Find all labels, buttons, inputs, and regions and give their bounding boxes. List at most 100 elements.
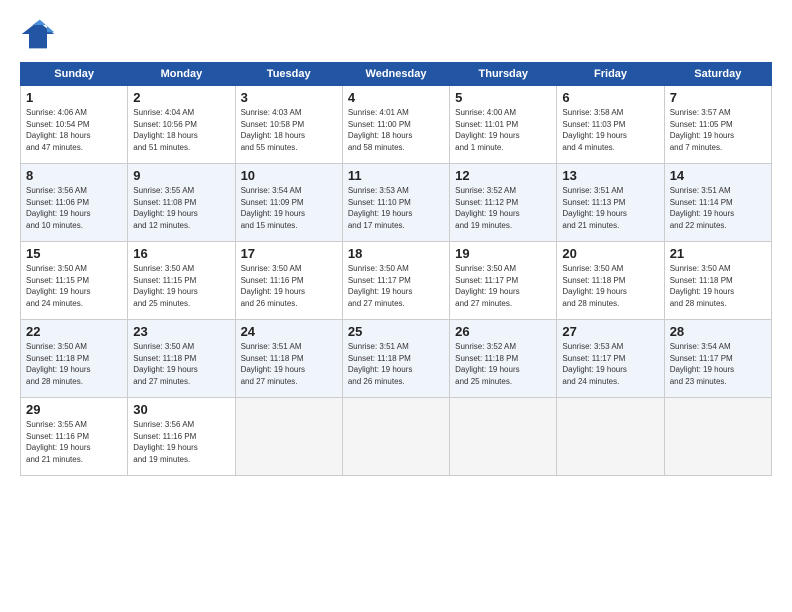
day-info: Sunrise: 3:54 AM Sunset: 11:17 PM Daylig…: [670, 341, 766, 387]
day-number: 28: [670, 324, 766, 339]
day-number: 21: [670, 246, 766, 261]
day-info: Sunrise: 3:51 AM Sunset: 11:18 PM Daylig…: [241, 341, 337, 387]
day-number: 23: [133, 324, 229, 339]
day-info: Sunrise: 3:51 AM Sunset: 11:13 PM Daylig…: [562, 185, 658, 231]
day-header-friday: Friday: [557, 63, 664, 86]
calendar-cell: 27 Sunrise: 3:53 AM Sunset: 11:17 PM Dayl…: [557, 320, 664, 398]
calendar-week-1: 1Sunrise: 4:06 AM Sunset: 10:54 PM Dayli…: [21, 86, 772, 164]
calendar-cell: 24 Sunrise: 3:51 AM Sunset: 11:18 PM Dayl…: [235, 320, 342, 398]
logo-icon: [20, 16, 56, 52]
calendar-cell: [342, 398, 449, 476]
calendar-cell: 17 Sunrise: 3:50 AM Sunset: 11:16 PM Dayl…: [235, 242, 342, 320]
day-number: 19: [455, 246, 551, 261]
calendar-cell: 23 Sunrise: 3:50 AM Sunset: 11:18 PM Dayl…: [128, 320, 235, 398]
day-number: 3: [241, 90, 337, 105]
day-info: Sunrise: 3:50 AM Sunset: 11:16 PM Daylig…: [241, 263, 337, 309]
day-number: 5: [455, 90, 551, 105]
calendar-cell: 8 Sunrise: 3:56 AM Sunset: 11:06 PM Dayli…: [21, 164, 128, 242]
calendar-header-row: SundayMondayTuesdayWednesdayThursdayFrid…: [21, 63, 772, 86]
calendar-cell: [235, 398, 342, 476]
calendar-body: 1Sunrise: 4:06 AM Sunset: 10:54 PM Dayli…: [21, 86, 772, 476]
day-info: Sunrise: 3:50 AM Sunset: 11:18 PM Daylig…: [133, 341, 229, 387]
calendar-cell: 12Sunrise: 3:52 AM Sunset: 11:12 PM Dayl…: [450, 164, 557, 242]
calendar-cell: 15 Sunrise: 3:50 AM Sunset: 11:15 PM Dayl…: [21, 242, 128, 320]
calendar-cell: 21 Sunrise: 3:50 AM Sunset: 11:18 PM Dayl…: [664, 242, 771, 320]
day-info: Sunrise: 4:04 AM Sunset: 10:56 PM Daylig…: [133, 107, 229, 153]
day-info: Sunrise: 3:53 AM Sunset: 11:10 PM Daylig…: [348, 185, 444, 231]
calendar-cell: 1Sunrise: 4:06 AM Sunset: 10:54 PM Dayli…: [21, 86, 128, 164]
day-number: 15: [26, 246, 122, 261]
page: SundayMondayTuesdayWednesdayThursdayFrid…: [0, 0, 792, 612]
day-number: 17: [241, 246, 337, 261]
day-info: Sunrise: 4:01 AM Sunset: 11:00 PM Daylig…: [348, 107, 444, 153]
calendar-cell: 6Sunrise: 3:58 AM Sunset: 11:03 PM Dayli…: [557, 86, 664, 164]
day-number: 26: [455, 324, 551, 339]
day-number: 14: [670, 168, 766, 183]
calendar-cell: 19Sunrise: 3:50 AM Sunset: 11:17 PM Dayl…: [450, 242, 557, 320]
day-number: 11: [348, 168, 444, 183]
calendar-cell: 14 Sunrise: 3:51 AM Sunset: 11:14 PM Dayl…: [664, 164, 771, 242]
day-info: Sunrise: 3:54 AM Sunset: 11:09 PM Daylig…: [241, 185, 337, 231]
calendar-week-4: 22Sunrise: 3:50 AM Sunset: 11:18 PM Dayl…: [21, 320, 772, 398]
day-info: Sunrise: 3:50 AM Sunset: 11:15 PM Daylig…: [133, 263, 229, 309]
day-info: Sunrise: 4:03 AM Sunset: 10:58 PM Daylig…: [241, 107, 337, 153]
day-number: 24: [241, 324, 337, 339]
day-number: 29: [26, 402, 122, 417]
day-number: 9: [133, 168, 229, 183]
day-header-wednesday: Wednesday: [342, 63, 449, 86]
calendar-week-2: 8 Sunrise: 3:56 AM Sunset: 11:06 PM Dayli…: [21, 164, 772, 242]
day-info: Sunrise: 3:50 AM Sunset: 11:17 PM Daylig…: [348, 263, 444, 309]
calendar-cell: [557, 398, 664, 476]
calendar-cell: 25 Sunrise: 3:51 AM Sunset: 11:18 PM Dayl…: [342, 320, 449, 398]
day-info: Sunrise: 3:55 AM Sunset: 11:08 PM Daylig…: [133, 185, 229, 231]
logo: [20, 16, 60, 52]
calendar-cell: 4 Sunrise: 4:01 AM Sunset: 11:00 PM Dayli…: [342, 86, 449, 164]
calendar-cell: 9 Sunrise: 3:55 AM Sunset: 11:08 PM Dayli…: [128, 164, 235, 242]
calendar-week-5: 29 Sunrise: 3:55 AM Sunset: 11:16 PM Dayl…: [21, 398, 772, 476]
day-header-sunday: Sunday: [21, 63, 128, 86]
calendar-cell: 29 Sunrise: 3:55 AM Sunset: 11:16 PM Dayl…: [21, 398, 128, 476]
calendar-cell: 5 Sunrise: 4:00 AM Sunset: 11:01 PM Dayli…: [450, 86, 557, 164]
day-info: Sunrise: 3:50 AM Sunset: 11:18 PM Daylig…: [26, 341, 122, 387]
day-info: Sunrise: 3:56 AM Sunset: 11:16 PM Daylig…: [133, 419, 229, 465]
day-number: 10: [241, 168, 337, 183]
day-number: 25: [348, 324, 444, 339]
day-number: 30: [133, 402, 229, 417]
calendar-week-3: 15 Sunrise: 3:50 AM Sunset: 11:15 PM Dayl…: [21, 242, 772, 320]
day-header-saturday: Saturday: [664, 63, 771, 86]
day-info: Sunrise: 3:52 AM Sunset: 11:12 PM Daylig…: [455, 185, 551, 231]
day-info: Sunrise: 3:51 AM Sunset: 11:14 PM Daylig…: [670, 185, 766, 231]
calendar-cell: 22Sunrise: 3:50 AM Sunset: 11:18 PM Dayl…: [21, 320, 128, 398]
day-number: 8: [26, 168, 122, 183]
day-number: 1: [26, 90, 122, 105]
calendar-cell: [664, 398, 771, 476]
day-number: 4: [348, 90, 444, 105]
day-number: 13: [562, 168, 658, 183]
calendar-cell: 2Sunrise: 4:04 AM Sunset: 10:56 PM Dayli…: [128, 86, 235, 164]
day-info: Sunrise: 3:51 AM Sunset: 11:18 PM Daylig…: [348, 341, 444, 387]
calendar-cell: 18 Sunrise: 3:50 AM Sunset: 11:17 PM Dayl…: [342, 242, 449, 320]
day-info: Sunrise: 3:53 AM Sunset: 11:17 PM Daylig…: [562, 341, 658, 387]
day-info: Sunrise: 3:50 AM Sunset: 11:15 PM Daylig…: [26, 263, 122, 309]
day-info: Sunrise: 3:56 AM Sunset: 11:06 PM Daylig…: [26, 185, 122, 231]
calendar-cell: 30 Sunrise: 3:56 AM Sunset: 11:16 PM Dayl…: [128, 398, 235, 476]
day-number: 27: [562, 324, 658, 339]
calendar-cell: 10 Sunrise: 3:54 AM Sunset: 11:09 PM Dayl…: [235, 164, 342, 242]
calendar-cell: 28 Sunrise: 3:54 AM Sunset: 11:17 PM Dayl…: [664, 320, 771, 398]
calendar-cell: [450, 398, 557, 476]
day-number: 20: [562, 246, 658, 261]
calendar-cell: 3 Sunrise: 4:03 AM Sunset: 10:58 PM Dayli…: [235, 86, 342, 164]
day-info: Sunrise: 3:57 AM Sunset: 11:05 PM Daylig…: [670, 107, 766, 153]
calendar-cell: 7Sunrise: 3:57 AM Sunset: 11:05 PM Dayli…: [664, 86, 771, 164]
header: [20, 16, 772, 52]
day-number: 18: [348, 246, 444, 261]
day-info: Sunrise: 3:55 AM Sunset: 11:16 PM Daylig…: [26, 419, 122, 465]
day-info: Sunrise: 3:52 AM Sunset: 11:18 PM Daylig…: [455, 341, 551, 387]
calendar-cell: 26 Sunrise: 3:52 AM Sunset: 11:18 PM Dayl…: [450, 320, 557, 398]
calendar-cell: 13 Sunrise: 3:51 AM Sunset: 11:13 PM Dayl…: [557, 164, 664, 242]
calendar-cell: 11 Sunrise: 3:53 AM Sunset: 11:10 PM Dayl…: [342, 164, 449, 242]
day-header-tuesday: Tuesday: [235, 63, 342, 86]
day-info: Sunrise: 3:50 AM Sunset: 11:18 PM Daylig…: [670, 263, 766, 309]
day-info: Sunrise: 3:58 AM Sunset: 11:03 PM Daylig…: [562, 107, 658, 153]
day-info: Sunrise: 4:00 AM Sunset: 11:01 PM Daylig…: [455, 107, 551, 153]
